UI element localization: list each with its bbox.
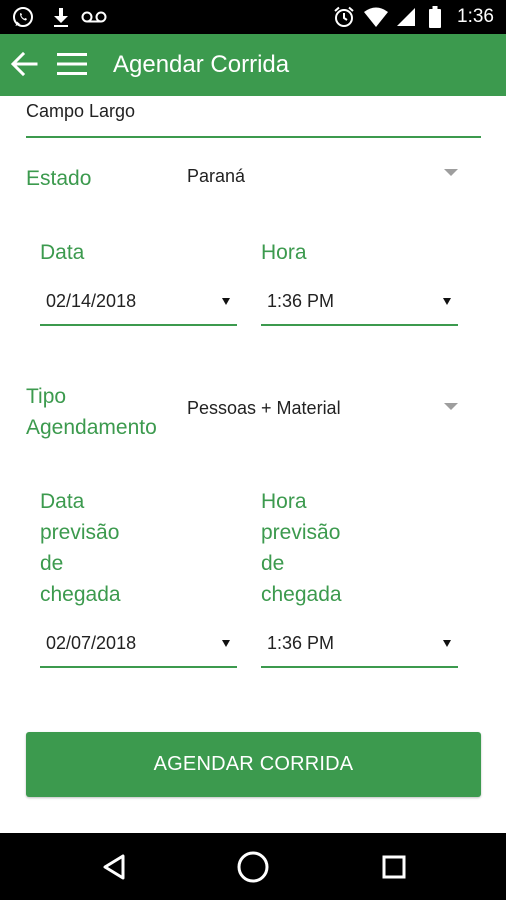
- download-icon: [50, 0, 72, 34]
- data-date-picker[interactable]: 02/14/2018: [46, 291, 136, 312]
- hora-underline: [261, 324, 458, 326]
- estado-label: Estado: [26, 167, 92, 190]
- navigation-bar: [0, 833, 506, 900]
- data-dropdown-arrow-icon[interactable]: [222, 298, 230, 305]
- hora-previsao-line2: previsão: [261, 521, 341, 544]
- data-underline: [40, 324, 237, 326]
- estado-select[interactable]: Paraná: [187, 166, 245, 187]
- schedule-ride-form: Campo Largo Estado Paraná Data 02/14/201…: [0, 96, 506, 833]
- status-bar: 1:36: [0, 0, 506, 34]
- hamburger-menu-icon[interactable]: [57, 51, 87, 77]
- data-previsao-label: Data previsão de chegada: [40, 486, 121, 610]
- recents-square-icon[interactable]: [364, 833, 424, 900]
- home-circle-icon[interactable]: [223, 833, 283, 900]
- data-previsao-date-picker[interactable]: 02/07/2018: [46, 633, 136, 654]
- hora-previsao-line1: Hora: [261, 490, 307, 513]
- back-triangle-icon[interactable]: [84, 833, 144, 900]
- hora-label: Hora: [261, 241, 307, 264]
- hora-previsao-time-picker[interactable]: 1:36 PM: [267, 633, 334, 654]
- city-underline: [26, 136, 481, 138]
- alarm-icon: [332, 0, 356, 34]
- page-title: Agendar Corrida: [113, 51, 290, 78]
- hora-previsao-line4: chegada: [261, 583, 342, 606]
- tipo-dropdown-arrow-icon[interactable]: [444, 403, 458, 410]
- data-previsao-line1: Data: [40, 490, 85, 513]
- data-previsao-line4: chegada: [40, 583, 121, 606]
- arrow-back-icon[interactable]: [10, 50, 38, 78]
- hora-time-picker[interactable]: 1:36 PM: [267, 291, 334, 312]
- signal-icon: [394, 0, 418, 34]
- estado-dropdown-arrow-icon[interactable]: [444, 169, 458, 176]
- hora-previsao-line3: de: [261, 552, 285, 575]
- data-previsao-line3: de: [40, 552, 64, 575]
- data-previsao-dropdown-arrow-icon[interactable]: [222, 640, 230, 647]
- wifi-icon: [362, 0, 390, 34]
- tipo-label-line1: Tipo: [26, 385, 67, 408]
- app-bar: Agendar Corrida: [0, 34, 506, 96]
- agendar-corrida-button[interactable]: AGENDAR CORRIDA: [26, 732, 481, 797]
- data-previsao-line2: previsão: [40, 521, 120, 544]
- hora-dropdown-arrow-icon[interactable]: [443, 298, 451, 305]
- battery-icon: [426, 0, 444, 34]
- status-time: 1:36: [457, 6, 494, 27]
- data-previsao-underline: [40, 666, 237, 668]
- whatsapp-icon: [10, 0, 36, 34]
- hora-previsao-label: Hora previsão de chegada: [261, 486, 342, 610]
- hora-previsao-underline: [261, 666, 458, 668]
- city-field[interactable]: Campo Largo: [26, 101, 135, 122]
- tipo-label-line2: Agendamento: [26, 416, 157, 439]
- tipo-agendamento-select[interactable]: Pessoas + Material: [187, 398, 341, 419]
- hora-previsao-dropdown-arrow-icon[interactable]: [443, 640, 451, 647]
- voicemail-icon: [80, 0, 108, 34]
- tipo-agendamento-label: Tipo Agendamento: [26, 381, 157, 443]
- data-label: Data: [40, 241, 85, 264]
